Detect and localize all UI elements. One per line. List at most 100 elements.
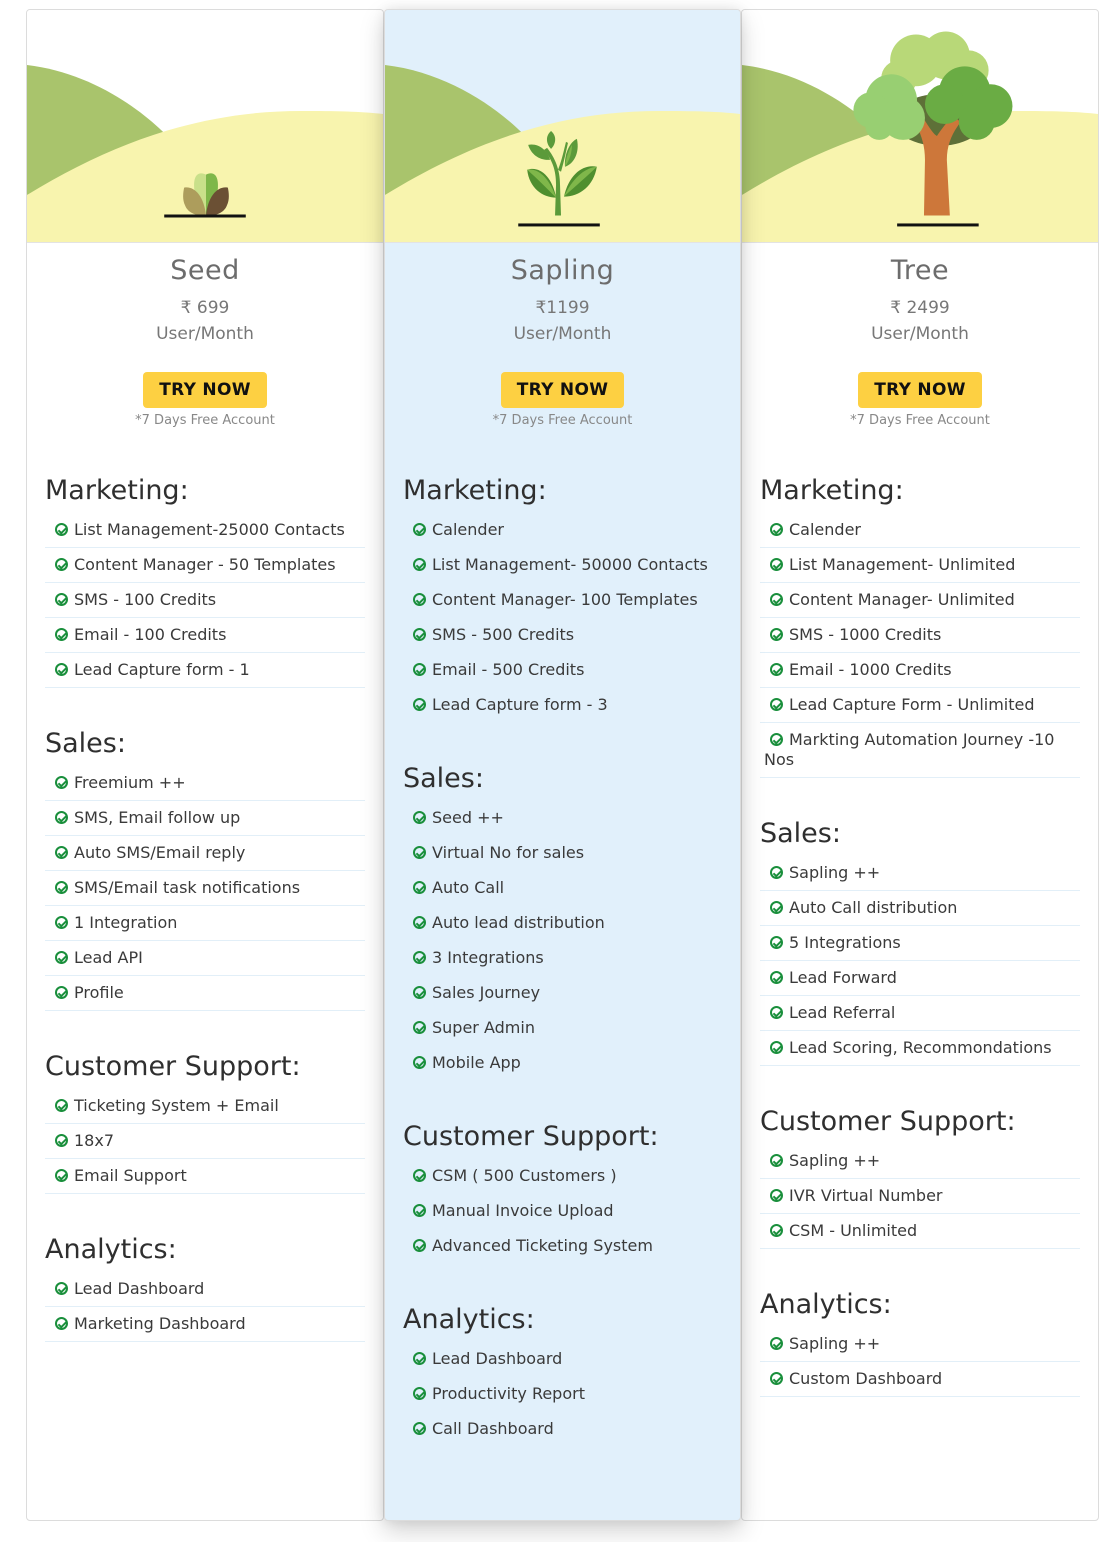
section-title-analytics: Analytics: (45, 1234, 177, 1265)
feature-item: Content Manager- Unlimited (760, 583, 1080, 618)
check-circle-icon (770, 1189, 783, 1202)
check-circle-icon (413, 986, 426, 999)
check-circle-icon (413, 1021, 426, 1034)
check-circle-icon (413, 1352, 426, 1365)
check-circle-icon (770, 1337, 783, 1350)
feature-item: Lead Forward (760, 961, 1080, 996)
feature-item: Ticketing System + Email (45, 1089, 365, 1124)
feature-item: 5 Integrations (760, 926, 1080, 961)
check-circle-icon (770, 663, 783, 676)
check-circle-icon (770, 866, 783, 879)
plan-card-sapling: Sapling ₹1199 User/Month TRY NOW *7 Days… (384, 9, 741, 1521)
check-circle-icon (770, 558, 783, 571)
check-circle-icon (55, 881, 68, 894)
try-now-button[interactable]: TRY NOW (143, 372, 267, 408)
check-circle-icon (770, 628, 783, 641)
check-circle-icon (413, 916, 426, 929)
plan-hero-sapling (385, 10, 740, 243)
plan-hero-seed (27, 10, 383, 243)
feature-item: Email Support (45, 1159, 365, 1194)
feature-item: SMS - 500 Credits (403, 618, 722, 653)
feature-item: SMS, Email follow up (45, 801, 365, 836)
feature-item: Sapling ++ (760, 1327, 1080, 1362)
feature-item: Lead Capture Form - Unlimited (760, 688, 1080, 723)
feature-item: List Management-25000 Contacts (45, 513, 365, 548)
feature-item: Freemium ++ (45, 766, 365, 801)
check-circle-icon (413, 1422, 426, 1435)
check-circle-icon (413, 558, 426, 571)
feature-item: Lead API (45, 941, 365, 976)
check-circle-icon (413, 1169, 426, 1182)
feature-item: Mobile App (403, 1046, 722, 1081)
plan-card-seed: Seed ₹ 699 User/Month TRY NOW *7 Days Fr… (26, 9, 384, 1521)
feature-item: CSM ( 500 Customers ) (403, 1159, 722, 1194)
section-title-marketing: Marketing: (760, 475, 904, 506)
check-circle-icon (413, 698, 426, 711)
feature-item: Sapling ++ (760, 1144, 1080, 1179)
check-circle-icon (413, 1056, 426, 1069)
feature-item: Lead Capture form - 3 (403, 688, 722, 723)
feature-sections: Marketing: Calender List Management- 500… (385, 471, 740, 1447)
check-circle-icon (413, 881, 426, 894)
section-title-analytics: Analytics: (760, 1289, 892, 1320)
check-circle-icon (413, 593, 426, 606)
check-circle-icon (55, 846, 68, 859)
plan-unit: User/Month (871, 324, 969, 344)
check-circle-icon (770, 1006, 783, 1019)
section-title-customer-support: Customer Support: (760, 1106, 1016, 1137)
feature-item: Marketing Dashboard (45, 1307, 365, 1342)
feature-item: Lead Dashboard (403, 1342, 722, 1377)
feature-item: CSM - Unlimited (760, 1214, 1080, 1249)
feature-item: Productivity Report (403, 1377, 722, 1412)
feature-item: Custom Dashboard (760, 1362, 1080, 1397)
check-circle-icon (55, 776, 68, 789)
check-circle-icon (770, 1041, 783, 1054)
check-circle-icon (55, 986, 68, 999)
feature-item: Advanced Ticketing System (403, 1229, 722, 1264)
section-title-sales: Sales: (760, 818, 841, 849)
landscape-illustration (27, 10, 383, 242)
feature-item: Email - 1000 Credits (760, 653, 1080, 688)
feature-item: Email - 100 Credits (45, 618, 365, 653)
feature-sections: Marketing: Calender List Management- Unl… (742, 471, 1098, 1397)
check-circle-icon (55, 1282, 68, 1295)
free-trial-note: *7 Days Free Account (135, 413, 275, 428)
landscape-illustration (385, 10, 740, 242)
free-trial-note: *7 Days Free Account (850, 413, 990, 428)
try-now-button[interactable]: TRY NOW (500, 372, 625, 408)
section-title-analytics: Analytics: (403, 1304, 535, 1335)
check-circle-icon (770, 593, 783, 606)
check-circle-icon (413, 663, 426, 676)
feature-list-sales: Freemium ++ SMS, Email follow up Auto SM… (45, 766, 365, 1011)
feature-item: Lead Capture form - 1 (45, 653, 365, 688)
section-title-marketing: Marketing: (45, 475, 189, 506)
feature-item: Lead Scoring, Recommondations (760, 1031, 1080, 1066)
try-now-button[interactable]: TRY NOW (858, 372, 982, 408)
check-circle-icon (55, 916, 68, 929)
check-circle-icon (55, 593, 68, 606)
feature-item: Calender (760, 513, 1080, 548)
feature-item: Lead Dashboard (45, 1272, 365, 1307)
feature-item: List Management- Unlimited (760, 548, 1080, 583)
check-circle-icon (413, 628, 426, 641)
check-circle-icon (55, 558, 68, 571)
feature-sections: Marketing: List Management-25000 Contact… (27, 471, 383, 1342)
feature-list-customer-support: Ticketing System + Email 18x7 Email Supp… (45, 1089, 365, 1194)
feature-item: Profile (45, 976, 365, 1011)
check-circle-icon (770, 733, 783, 746)
section-title-marketing: Marketing: (403, 475, 547, 506)
section-title-sales: Sales: (45, 728, 126, 759)
plan-name: Tree (890, 255, 950, 286)
check-circle-icon (413, 1239, 426, 1252)
landscape-illustration (742, 10, 1098, 242)
feature-item: Seed ++ (403, 801, 722, 836)
feature-item: SMS/Email task notifications (45, 871, 365, 906)
check-circle-icon (55, 1134, 68, 1147)
feature-item: Auto Call distribution (760, 891, 1080, 926)
section-title-customer-support: Customer Support: (403, 1121, 659, 1152)
check-circle-icon (770, 901, 783, 914)
feature-item: SMS - 1000 Credits (760, 618, 1080, 653)
check-circle-icon (413, 846, 426, 859)
feature-item: Auto lead distribution (403, 906, 722, 941)
check-circle-icon (55, 811, 68, 824)
